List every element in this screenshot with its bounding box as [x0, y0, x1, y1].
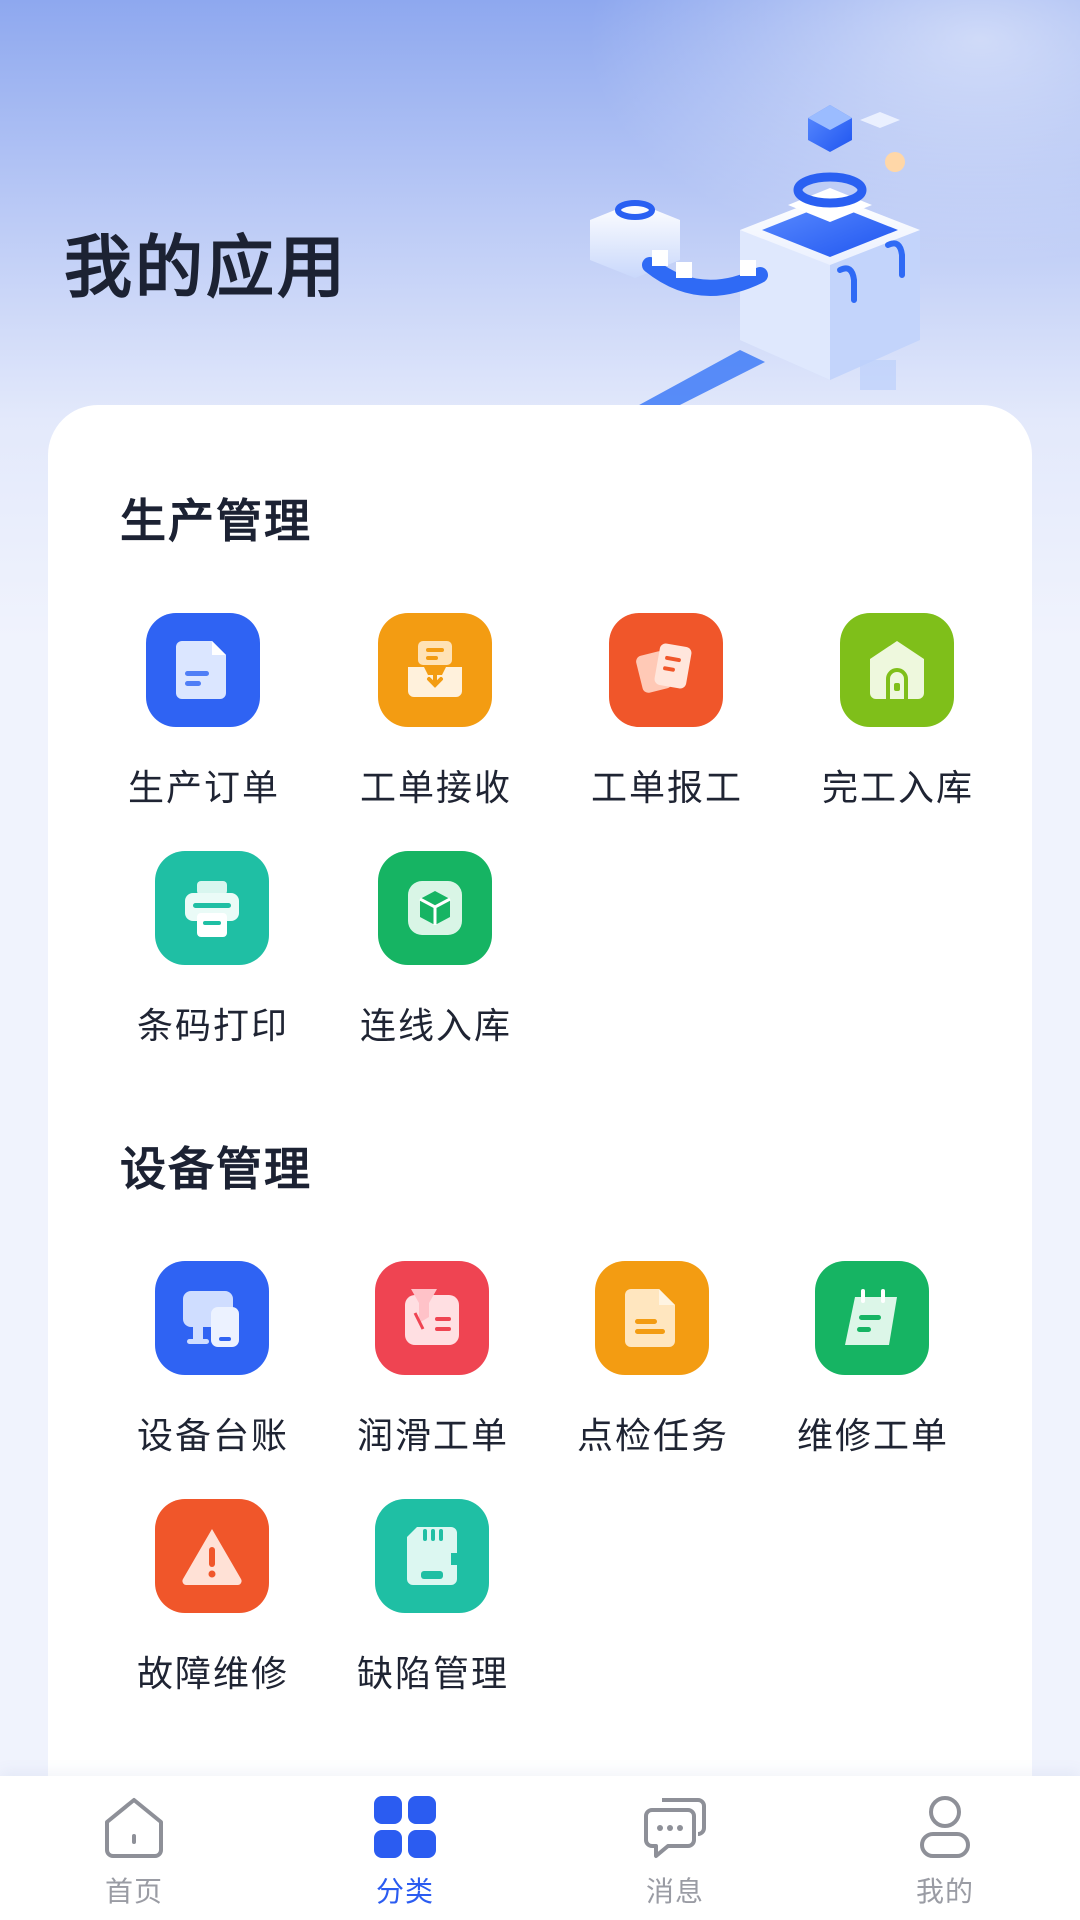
grid-icon [374, 1796, 436, 1858]
tab-home[interactable]: 首页 [34, 1776, 234, 1920]
notes-icon [609, 613, 723, 727]
printer-icon [155, 851, 269, 965]
app-label: 维修工单 [796, 1416, 949, 1457]
tab-profile[interactable]: 我的 [845, 1776, 1045, 1920]
app-page: 我的应用 生产管理 生产订单 工单接收 工单报工 完工入库 条码打印 连线入库 … [0, 0, 1080, 1920]
section-title-production: 生产管理 [120, 494, 312, 548]
document-icon [146, 613, 260, 727]
app-label: 工单报工 [590, 768, 743, 809]
cube-icon [378, 851, 492, 965]
warning-icon [155, 1499, 269, 1613]
app-line-storage[interactable]: 连线入库 [352, 851, 520, 1051]
checklist-icon [595, 1261, 709, 1375]
tab-label: 我的 [915, 1875, 974, 1908]
app-equipment-ledger[interactable]: 设备台账 [129, 1261, 297, 1461]
app-fault-repair[interactable]: 故障维修 [129, 1499, 297, 1699]
calendar-note-icon [815, 1261, 929, 1375]
chat-icon [644, 1798, 706, 1858]
app-barcode-print[interactable]: 条码打印 [129, 851, 297, 1051]
app-completion-storage[interactable]: 完工入库 [814, 613, 982, 813]
app-label: 连线入库 [359, 1006, 512, 1047]
app-label: 故障维修 [136, 1654, 289, 1695]
tab-label: 分类 [375, 1875, 434, 1908]
tab-label: 首页 [104, 1875, 163, 1908]
app-defect-management[interactable]: 缺陷管理 [349, 1499, 517, 1699]
bottom-tab-bar: 首页 分类 消息 我的 [0, 1776, 1080, 1920]
tab-label: 消息 [645, 1875, 704, 1908]
app-label: 完工入库 [821, 768, 974, 809]
app-label: 生产订单 [127, 768, 280, 809]
devices-icon [155, 1261, 269, 1375]
page-title: 我的应用 [64, 229, 349, 308]
app-label: 缺陷管理 [356, 1654, 509, 1695]
section-title-equipment: 设备管理 [120, 1142, 312, 1196]
tab-messages[interactable]: 消息 [575, 1776, 775, 1920]
app-work-order-report[interactable]: 工单报工 [583, 613, 751, 813]
app-work-order-receive[interactable]: 工单接收 [352, 613, 520, 813]
inbox-download-icon [378, 613, 492, 727]
app-label: 点检任务 [576, 1416, 729, 1457]
app-label: 润滑工单 [356, 1416, 509, 1457]
warehouse-icon [840, 613, 954, 727]
apps-card: 生产管理 生产订单 工单接收 工单报工 完工入库 条码打印 连线入库 设备管理 … [48, 405, 1032, 1785]
app-inspection-task[interactable]: 点检任务 [569, 1261, 737, 1461]
app-repair-order[interactable]: 维修工单 [789, 1261, 957, 1461]
tab-category[interactable]: 分类 [305, 1776, 505, 1920]
user-icon [920, 1796, 970, 1858]
sd-card-icon [375, 1499, 489, 1613]
app-label: 工单接收 [359, 768, 512, 809]
factory-illustration [590, 105, 920, 410]
app-lubrication-order[interactable]: 润滑工单 [349, 1261, 517, 1461]
app-label: 设备台账 [136, 1416, 289, 1457]
oil-funnel-icon [375, 1261, 489, 1375]
app-label: 条码打印 [136, 1006, 289, 1047]
home-icon [105, 1798, 163, 1858]
app-production-order[interactable]: 生产订单 [120, 613, 288, 813]
